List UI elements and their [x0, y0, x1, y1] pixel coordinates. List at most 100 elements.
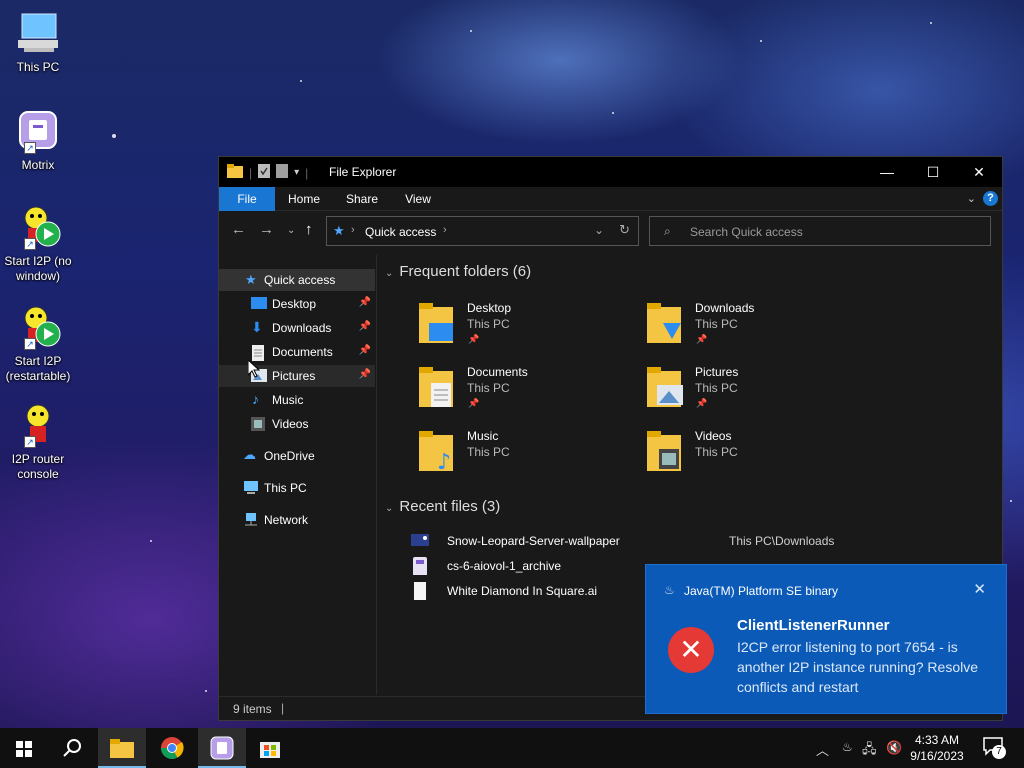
- section-title: Frequent folders (6): [399, 263, 532, 280]
- pin-icon[interactable]: 📌: [359, 345, 371, 356]
- pin-icon: 📌: [696, 334, 708, 344]
- back-arrow-icon[interactable]: ←: [231, 221, 246, 238]
- pin-icon[interactable]: 📌: [359, 297, 371, 308]
- store-icon: [260, 742, 280, 758]
- properties-icon[interactable]: [258, 164, 271, 181]
- pin-icon: 📌: [468, 334, 480, 344]
- desktop-icon-label: Motrix: [21, 158, 55, 172]
- network-status-icon[interactable]: 🖧: [862, 740, 877, 762]
- nav-item-pictures[interactable]: Pictures 📌: [219, 365, 375, 387]
- folder-location: This PC: [467, 317, 510, 331]
- folder-icon: [227, 164, 243, 181]
- desktop-icon: [251, 297, 267, 311]
- nav-item-label: Pictures: [272, 369, 316, 383]
- tab-view[interactable]: View: [395, 187, 441, 211]
- chevron-right-icon: ›: [351, 224, 355, 236]
- download-icon: ⬇: [251, 319, 263, 335]
- chevron-right-icon[interactable]: ›: [443, 224, 447, 236]
- pin-icon[interactable]: 📌: [359, 321, 371, 332]
- address-path[interactable]: Quick access: [365, 225, 436, 239]
- toast-close-button[interactable]: ✕: [973, 580, 986, 598]
- tab-share[interactable]: Share: [339, 187, 385, 211]
- nav-item-desktop[interactable]: Desktop 📌: [219, 293, 375, 315]
- quick-access-toolbar: | ▾ |: [227, 164, 308, 181]
- computer-icon: [243, 481, 259, 495]
- frequent-folders-header[interactable]: ⌄ Frequent folders (6): [385, 263, 531, 280]
- desktop-icon-label: Start I2P (no window): [4, 254, 72, 283]
- desktop-icon-start-i2p-no-window[interactable]: ↗ Start I2P (no window): [4, 204, 72, 284]
- help-icon[interactable]: ?: [983, 191, 998, 206]
- search-button[interactable]: [48, 728, 96, 768]
- title-bar[interactable]: | ▾ | File Explorer — ☐ ✕: [219, 157, 1002, 187]
- search-icon: [63, 739, 81, 757]
- search-box[interactable]: ⌕ Search Quick access: [649, 216, 991, 246]
- nav-item-label: Desktop: [272, 297, 317, 311]
- folder-name: Videos: [695, 429, 732, 443]
- desktop-icon-label: Start I2P (restartable): [5, 354, 71, 383]
- nav-item-onedrive[interactable]: ☁ OneDrive: [219, 445, 375, 467]
- windows-logo-icon: [16, 741, 32, 757]
- recent-file-row[interactable]: Snow-Leopard-Server-wallpaper This PC\Do…: [411, 530, 971, 552]
- navigation-bar: ← → ⌄ ↑ ★ › Quick access › ⌄ ↻ ⌕ Search …: [219, 215, 1002, 247]
- refresh-icon[interactable]: ↻: [619, 222, 630, 238]
- nav-item-network[interactable]: Network: [219, 509, 375, 531]
- pin-icon[interactable]: 📌: [359, 369, 371, 380]
- desktop-icon-start-i2p-restartable[interactable]: ↗ Start I2P (restartable): [4, 304, 72, 384]
- item-count: 9 items: [233, 702, 272, 716]
- folder-tile-downloads[interactable]: Downloads This PC 📌: [647, 297, 867, 353]
- folder-tile-desktop[interactable]: Desktop This PC 📌: [419, 297, 639, 353]
- address-bar[interactable]: ★ › Quick access › ⌄ ↻: [326, 216, 639, 246]
- up-arrow-icon[interactable]: ↑: [305, 221, 313, 238]
- shortcut-arrow-icon: ↗: [24, 142, 36, 154]
- folder-name: Downloads: [695, 301, 755, 315]
- close-button[interactable]: ✕: [956, 157, 1002, 187]
- taskbar-store[interactable]: [246, 728, 294, 768]
- forward-arrow-icon[interactable]: →: [259, 221, 274, 238]
- java-tray-icon[interactable]: ♨: [842, 740, 853, 754]
- nav-item-label: Videos: [272, 417, 309, 431]
- taskbar-motrix[interactable]: [198, 728, 246, 768]
- customize-toolbar-icon[interactable]: ▾: [294, 167, 299, 178]
- notification-center-button[interactable]: 7: [982, 736, 1006, 759]
- tab-home[interactable]: Home: [281, 187, 327, 211]
- nav-item-music[interactable]: ♪ Music: [219, 389, 375, 411]
- recent-files-header[interactable]: ⌄ Recent files (3): [385, 498, 500, 515]
- nav-item-documents[interactable]: Documents 📌: [219, 341, 375, 363]
- nav-item-videos[interactable]: Videos: [219, 413, 375, 435]
- clock-time: 4:33 AM: [914, 733, 960, 747]
- toast-notification[interactable]: ♨ Java(TM) Platform SE binary ✕ ✕ Client…: [645, 564, 1007, 714]
- clock[interactable]: 4:33 AM 9/16/2023: [900, 732, 974, 764]
- maximize-button[interactable]: ☐: [910, 157, 956, 187]
- section-title: Recent files (3): [399, 498, 501, 515]
- recent-file-location: This PC\Downloads: [729, 534, 835, 548]
- nav-item-downloads[interactable]: ⬇ Downloads 📌: [219, 317, 375, 339]
- folder-tile-music[interactable]: ♪ Music This PC: [419, 425, 639, 481]
- recent-locations-icon[interactable]: ⌄: [287, 225, 295, 236]
- ribbon-tabs: File Home Share View ⌄ ?: [219, 187, 1002, 211]
- shortcut-arrow-icon: ↗: [24, 338, 36, 350]
- pin-icon: 📌: [696, 398, 708, 408]
- computer-icon: [14, 10, 62, 58]
- desktop-icon-motrix[interactable]: ↗ Motrix: [4, 108, 72, 173]
- minimize-button[interactable]: —: [864, 157, 910, 187]
- taskbar-file-explorer[interactable]: [98, 728, 146, 768]
- i2p-start-icon: ↗: [14, 204, 62, 252]
- taskbar-chrome[interactable]: [148, 728, 196, 768]
- nav-item-quick-access[interactable]: ★ Quick access: [219, 269, 375, 291]
- address-dropdown-icon[interactable]: ⌄: [594, 223, 604, 237]
- desktop-icon-label: I2P router console: [11, 452, 65, 481]
- folder-tile-documents[interactable]: Documents This PC 📌: [419, 361, 639, 417]
- start-button[interactable]: [0, 728, 48, 768]
- folder-location: This PC: [467, 445, 510, 459]
- nav-item-this-pc[interactable]: This PC: [219, 477, 375, 499]
- new-folder-icon[interactable]: [276, 164, 289, 181]
- search-placeholder: Search Quick access: [690, 225, 803, 239]
- desktop-icon-this-pc[interactable]: This PC: [4, 10, 72, 75]
- expand-ribbon-icon[interactable]: ⌄: [967, 192, 976, 205]
- search-icon: ⌕: [664, 224, 671, 238]
- folder-tile-videos[interactable]: Videos This PC: [647, 425, 867, 481]
- folder-tile-pictures[interactable]: Pictures This PC 📌: [647, 361, 867, 417]
- show-hidden-icons[interactable]: ︿: [816, 740, 829, 759]
- tab-file[interactable]: File: [219, 187, 275, 211]
- desktop-icon-i2p-router-console[interactable]: ↗ I2P router console: [4, 402, 72, 482]
